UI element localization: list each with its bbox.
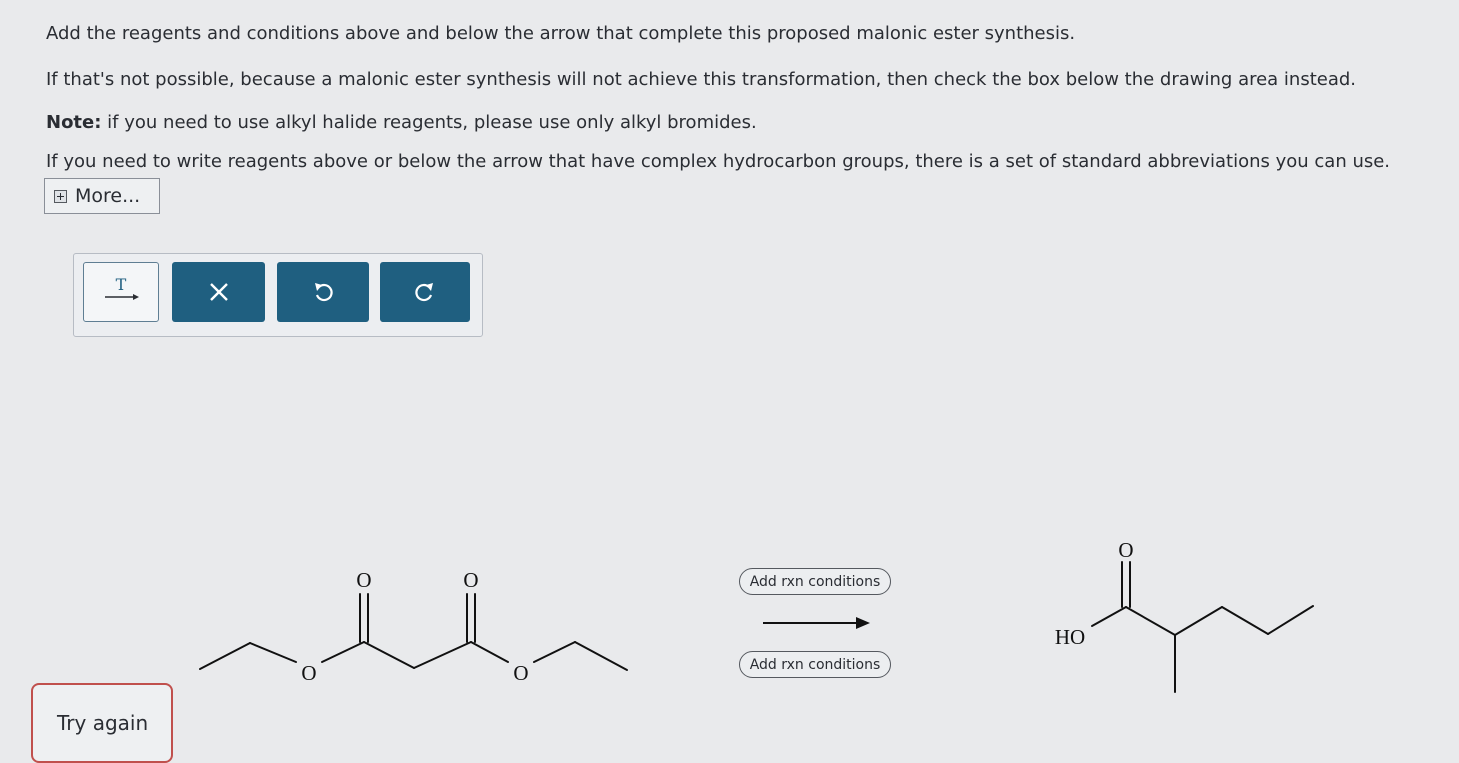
undo-button[interactable] [277,262,369,322]
clear-button[interactable] [172,262,265,322]
instruction-line-1: Add the reagents and conditions above an… [46,23,1076,44]
text-glyph: T [116,277,127,294]
note-label: Note: [46,112,102,133]
atom-label: O [463,568,478,592]
instruction-line-4: If you need to write reagents above or b… [46,151,1391,172]
atom-label: O [513,661,528,685]
add-conditions-above-button[interactable]: Add rxn conditions [739,568,891,595]
text-arrow-tool-button[interactable]: T [83,262,159,322]
redo-icon [415,283,433,302]
add-conditions-below-label: Add rxn conditions [749,656,881,673]
atom-label: O [1118,538,1133,562]
product-carboxylic-acid [1091,561,1314,693]
atom-label: O [356,568,371,592]
more-button[interactable]: More... [44,178,160,214]
expand-icon [54,189,67,203]
more-button-label: More... [75,185,141,207]
instruction-note: Note: if you need to use alkyl halide re… [46,111,757,135]
undo-icon [315,283,333,302]
text-arrow-icon: T [105,277,139,300]
reactant-diethyl-malonate [199,593,628,671]
instruction-line-2: If that's not possible, because a maloni… [46,69,1357,90]
add-conditions-above-label: Add rxn conditions [749,573,881,590]
try-again-button[interactable]: Try again [31,683,173,763]
close-icon [209,283,228,301]
reaction-arrow [763,617,870,629]
atom-label: O [301,661,316,685]
try-again-label: Try again [57,711,149,735]
redo-button[interactable] [380,262,470,322]
add-conditions-below-button[interactable]: Add rxn conditions [739,651,891,678]
note-text: if you need to use alkyl halide reagents… [101,112,757,133]
atom-label: HO [1055,625,1085,649]
drawing-toolbar: T [73,253,483,337]
